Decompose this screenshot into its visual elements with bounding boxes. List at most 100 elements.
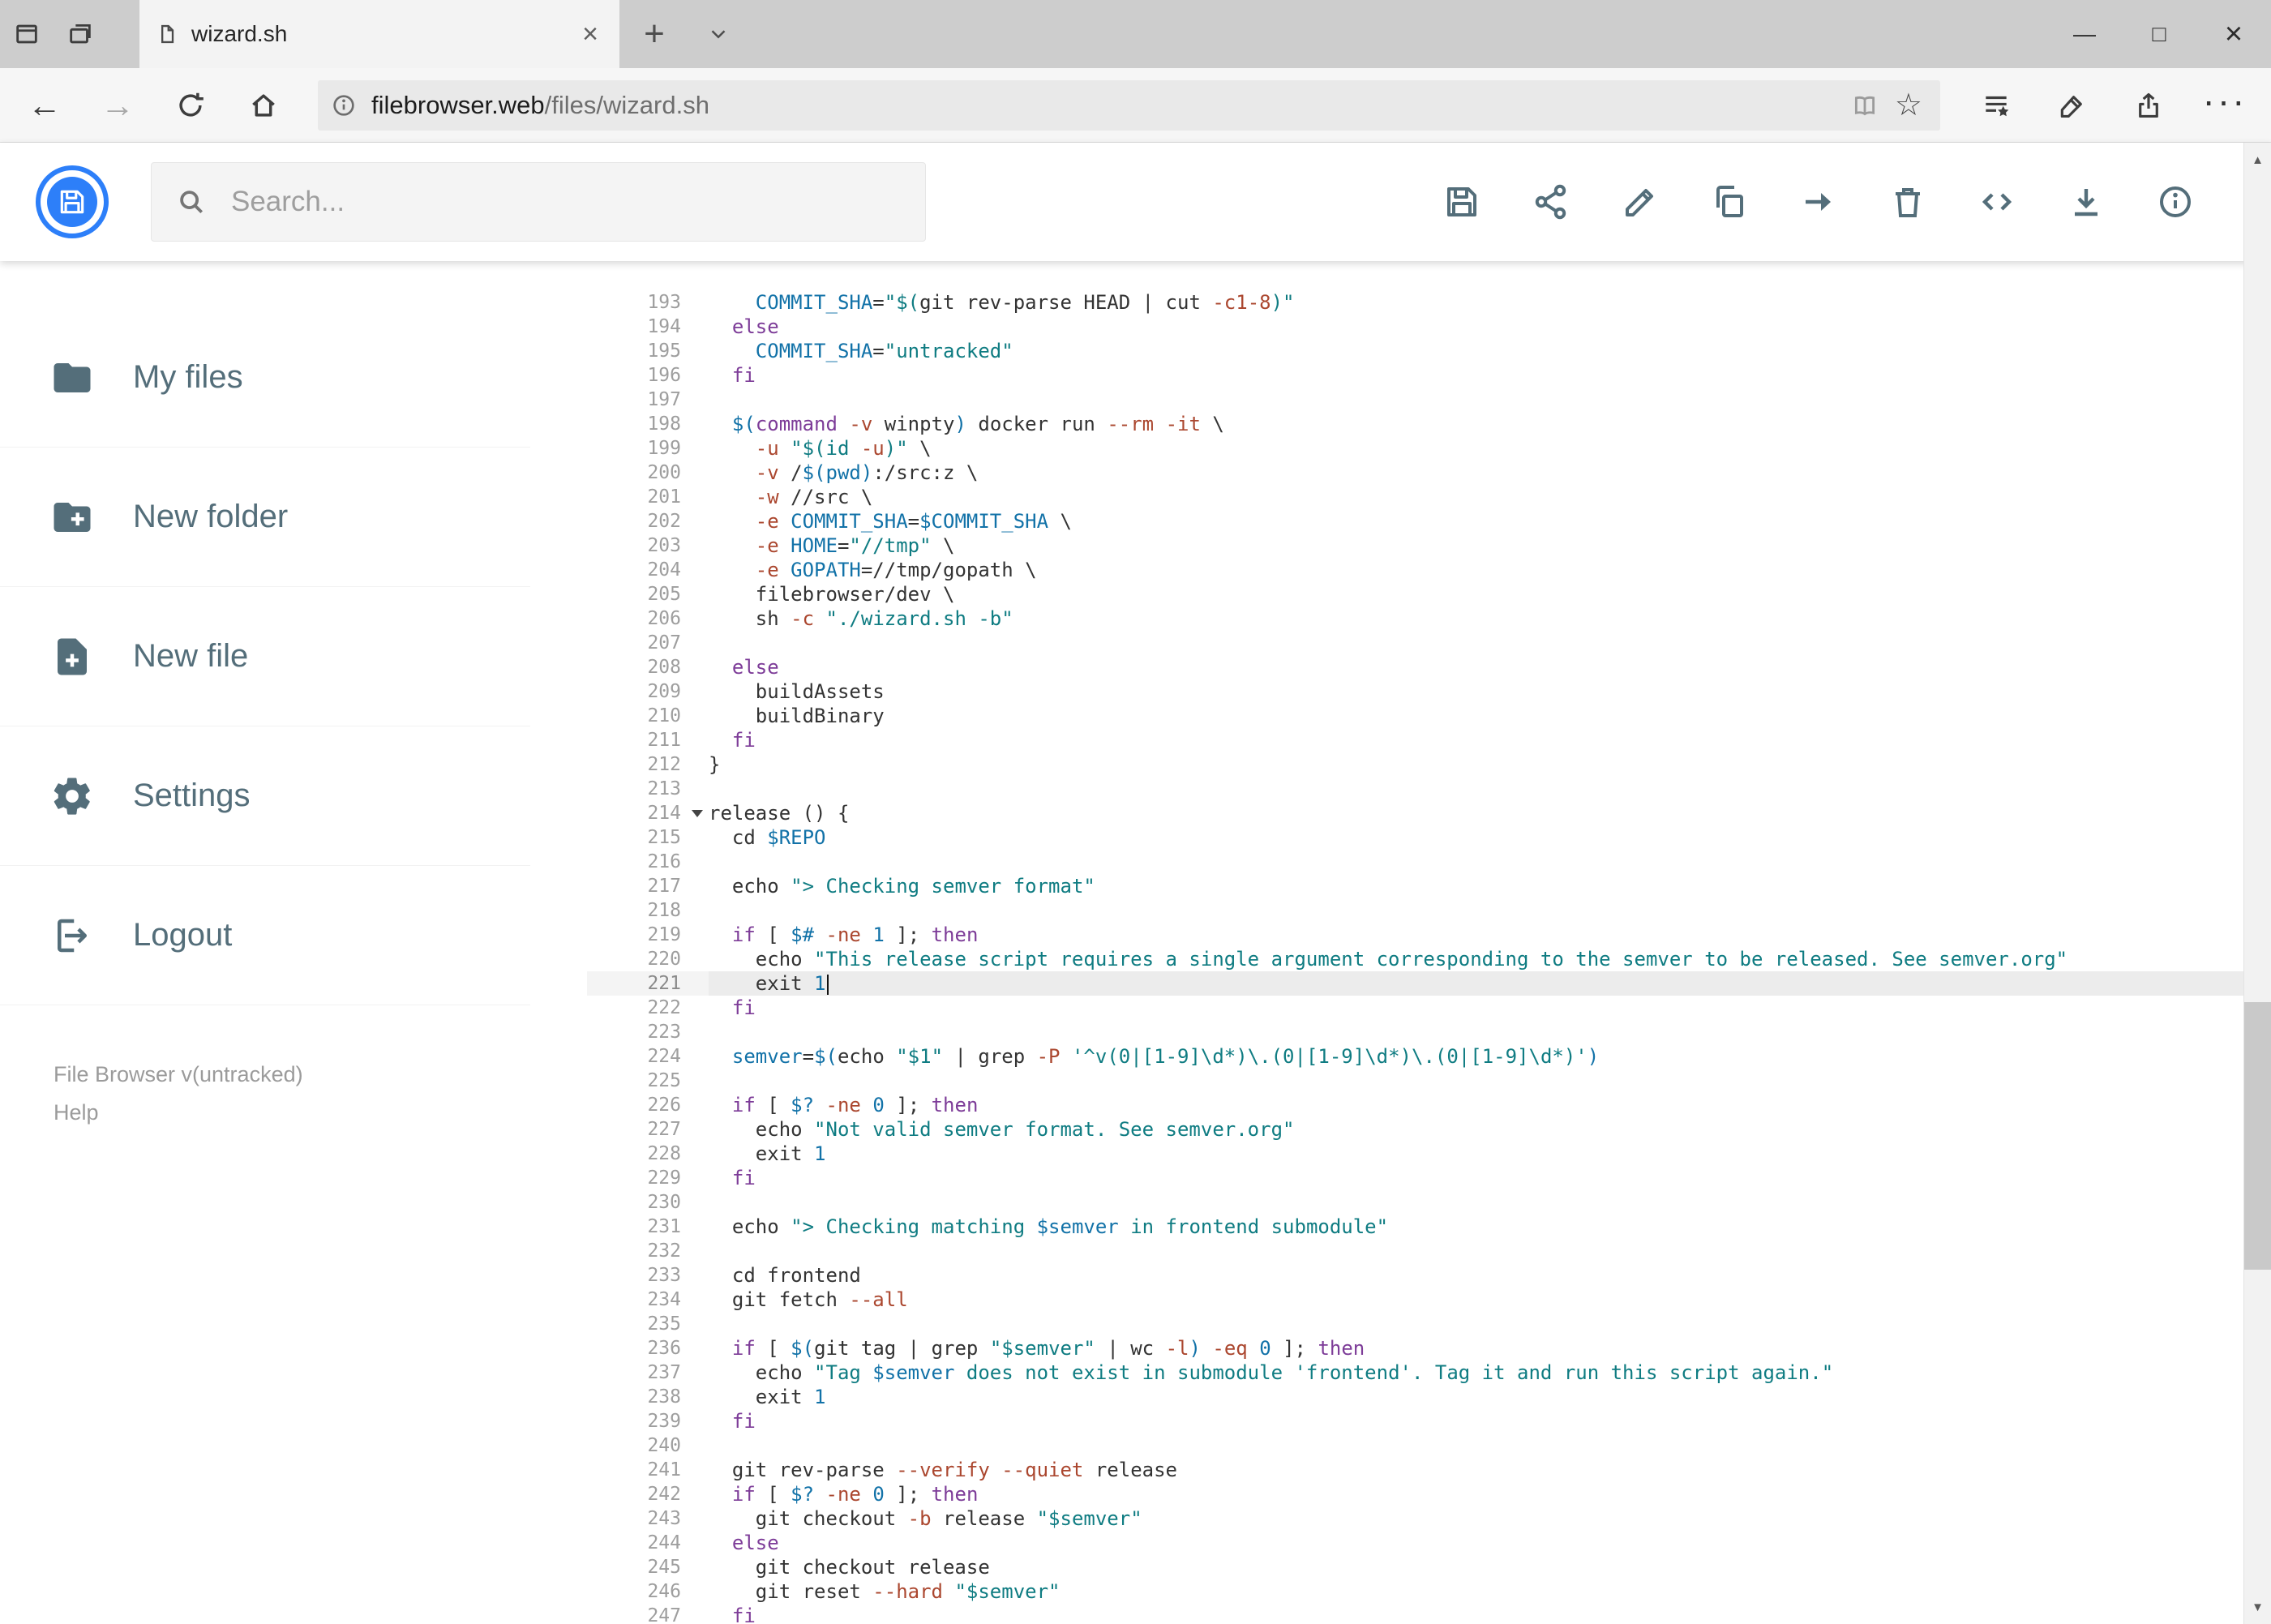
code-line[interactable]: 193 COMMIT_SHA="$(git rev-parse HEAD | c… [587,290,2271,315]
code-line[interactable]: 237 echo "Tag $semver does not exist in … [587,1360,2271,1385]
code-line[interactable]: 200 -v /$(pwd):/src:z \ [587,461,2271,485]
browser-tab[interactable]: wizard.sh × [139,0,619,68]
code-view-button[interactable] [1977,182,2016,221]
code-line[interactable]: 242 if [ $? -ne 0 ]; then [587,1482,2271,1506]
code-line[interactable]: 219 if [ $# -ne 1 ]; then [587,923,2271,947]
close-button[interactable]: × [2196,0,2271,68]
tab-close-button[interactable]: × [577,20,603,48]
code-line[interactable]: 204 -e GOPATH=//tmp/gopath \ [587,558,2271,582]
code-line[interactable]: 199 -u "$(id -u)" \ [587,436,2271,461]
code-line[interactable]: 227 echo "Not valid semver format. See s… [587,1117,2271,1142]
code-line[interactable]: 209 buildAssets [587,679,2271,704]
sidebar-item-new-folder[interactable]: New folder [0,448,530,587]
code-line[interactable]: 212} [587,752,2271,777]
code-line[interactable]: 233 cd frontend [587,1263,2271,1288]
code-line[interactable]: 198 $(command -v winpty) docker run --rm… [587,412,2271,436]
code-line[interactable]: 202 -e COMMIT_SHA=$COMMIT_SHA \ [587,509,2271,533]
minimize-button[interactable]: — [2047,0,2122,68]
fold-toggle-icon[interactable] [692,810,703,817]
code-line[interactable]: 195 COMMIT_SHA="untracked" [587,339,2271,363]
code-line[interactable]: 203 -e HOME="//tmp" \ [587,533,2271,558]
refresh-button[interactable] [154,75,227,135]
rename-button[interactable] [1621,182,1660,221]
app-logo[interactable] [36,165,109,238]
reading-view-button[interactable] [1851,92,1879,119]
code-line[interactable]: 245 git checkout release [587,1555,2271,1579]
code-line[interactable]: 238 exit 1 [587,1385,2271,1409]
code-line[interactable]: 243 git checkout -b release "$semver" [587,1506,2271,1531]
code-line[interactable]: 232 [587,1239,2271,1263]
info-button[interactable] [2156,182,2195,221]
code-line[interactable]: 207 [587,631,2271,655]
code-line[interactable]: 196 fi [587,363,2271,388]
code-line[interactable]: 216 [587,850,2271,874]
code-line[interactable]: 208 else [587,655,2271,679]
code-line[interactable]: 229 fi [587,1166,2271,1190]
set-tabs-aside-button[interactable] [0,0,54,68]
code-line[interactable]: 197 [587,388,2271,412]
back-button[interactable]: ← [8,75,81,135]
code-line[interactable]: 223 [587,1020,2271,1044]
hub-favorites-button[interactable] [1958,75,2034,135]
code-line[interactable]: 239 fi [587,1409,2271,1433]
code-line[interactable]: 246 git reset --hard "$semver" [587,1579,2271,1604]
code-line[interactable]: 214 release () { [587,801,2271,825]
code-line[interactable]: 226 if [ $? -ne 0 ]; then [587,1093,2271,1117]
code-line[interactable]: 210 buildBinary [587,704,2271,728]
code-line[interactable]: 194 else [587,315,2271,339]
code-line[interactable]: 240 [587,1433,2271,1458]
copy-button[interactable] [1710,182,1749,221]
code-line[interactable]: 221 exit 1 [587,971,2271,996]
home-button[interactable] [227,75,300,135]
search-box[interactable] [151,162,926,242]
maximize-button[interactable]: □ [2122,0,2196,68]
code-line[interactable]: 201 -w //src \ [587,485,2271,509]
move-button[interactable] [1799,182,1838,221]
page-scrollbar[interactable]: ▲ ▼ [2243,143,2271,1624]
code-line[interactable]: 213 [587,777,2271,801]
search-input[interactable] [229,185,901,219]
sidebar-item-settings[interactable]: Settings [0,726,530,866]
share-page-button[interactable] [2110,75,2187,135]
code-line[interactable]: 215 cd $REPO [587,825,2271,850]
address-bar[interactable]: filebrowser.web/files/wizard.sh ☆ [318,79,1940,131]
code-line[interactable]: 235 [587,1312,2271,1336]
code-line[interactable]: 206 sh -c "./wizard.sh -b" [587,606,2271,631]
delete-button[interactable] [1888,182,1927,221]
code-line[interactable]: 244 else [587,1531,2271,1555]
download-button[interactable] [2067,182,2106,221]
code-line[interactable]: 241 git rev-parse --verify --quiet relea… [587,1458,2271,1482]
sidebar-item-new-file[interactable]: New file [0,587,530,726]
save-button[interactable] [1442,182,1481,221]
scrollbar-thumb[interactable] [2244,1001,2271,1270]
code-line[interactable]: 222 fi [587,996,2271,1020]
code-line[interactable]: 205 filebrowser/dev \ [587,582,2271,606]
site-info-icon[interactable] [331,92,357,118]
sidebar-item-my-files[interactable]: My files [0,308,530,448]
code-line[interactable]: 230 [587,1190,2271,1215]
code-line[interactable]: 220 echo "This release script requires a… [587,947,2271,971]
code-line[interactable]: 224 semver=$(echo "$1" | grep -P '^v(0|[… [587,1044,2271,1069]
new-tab-button[interactable]: + [619,0,689,68]
code-line[interactable]: 218 [587,898,2271,923]
help-link[interactable]: Help [54,1097,99,1129]
tab-preview-button[interactable] [54,0,107,68]
share-button[interactable] [1532,182,1570,221]
web-note-button[interactable] [2034,75,2110,135]
code-line[interactable]: 217 echo "> Checking semver format" [587,874,2271,898]
code-line[interactable]: 234 git fetch --all [587,1288,2271,1312]
code-editor[interactable]: 193 COMMIT_SHA="$(git rev-parse HEAD | c… [587,261,2271,1624]
code-line[interactable]: 211 fi [587,728,2271,752]
code-line[interactable]: 236 if [ $(git tag | grep "$semver" | wc… [587,1336,2271,1360]
forward-button[interactable]: → [81,75,154,135]
sidebar-item-logout[interactable]: Logout [0,866,530,1005]
scroll-up-button[interactable]: ▲ [2244,143,2271,177]
add-favorite-button[interactable]: ☆ [1890,90,1927,121]
code-line[interactable]: 225 [587,1069,2271,1093]
code-line[interactable]: 247 fi [587,1604,2271,1624]
scroll-down-button[interactable]: ▼ [2244,1590,2271,1624]
more-actions-button[interactable]: ··· [2187,71,2263,140]
code-line[interactable]: 228 exit 1 [587,1142,2271,1166]
code-line[interactable]: 231 echo "> Checking matching $semver in… [587,1215,2271,1239]
tab-list-chevron-button[interactable] [689,0,748,68]
